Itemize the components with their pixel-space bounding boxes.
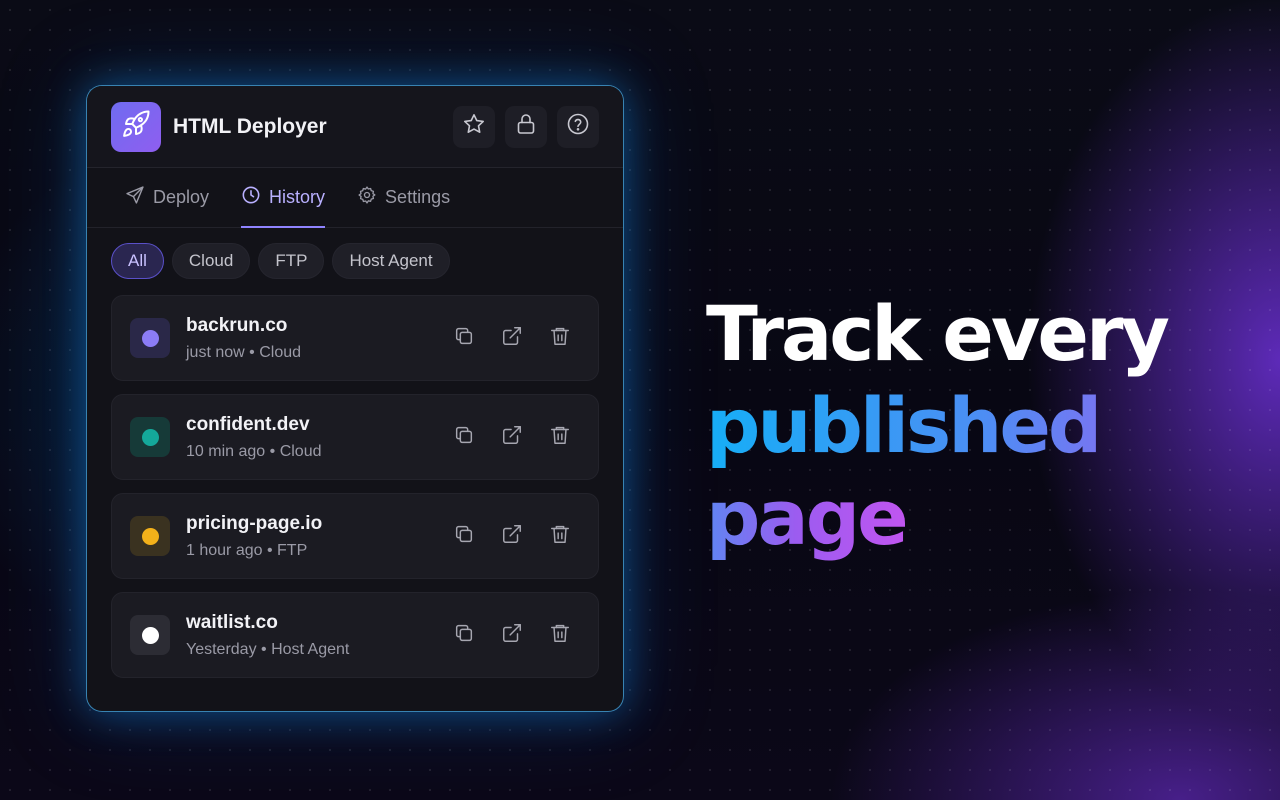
delete-button[interactable] bbox=[546, 423, 574, 451]
status-dot bbox=[141, 329, 159, 347]
trash-icon bbox=[549, 424, 571, 451]
list-item[interactable]: backrun.co just now • Cloud bbox=[111, 295, 599, 381]
row-actions bbox=[450, 621, 580, 649]
item-domain: pricing-page.io bbox=[186, 512, 323, 534]
open-button[interactable] bbox=[498, 522, 526, 550]
status-dot bbox=[141, 527, 159, 545]
tab-bar: Deploy History Settings bbox=[87, 168, 623, 228]
headline-line-2: published page bbox=[706, 380, 1280, 564]
meta-separator: • bbox=[269, 442, 276, 460]
list-item[interactable]: pricing-page.io 1 hour ago • FTP bbox=[111, 493, 599, 579]
item-target: Cloud bbox=[259, 343, 302, 361]
item-meta: 1 hour ago • FTP bbox=[186, 542, 450, 560]
list-item[interactable]: waitlist.co Yesterday • Host Agent bbox=[111, 592, 599, 678]
copy-icon bbox=[453, 523, 475, 550]
row-actions bbox=[450, 522, 580, 550]
copy-button[interactable] bbox=[450, 621, 478, 649]
status-tile bbox=[130, 318, 170, 358]
headline-line-1: Track every bbox=[706, 289, 1170, 378]
status-tile bbox=[130, 615, 170, 655]
tab-history[interactable]: History bbox=[241, 168, 326, 228]
help-icon bbox=[566, 112, 590, 141]
list-item[interactable]: confident.dev 10 min ago • Cloud bbox=[111, 394, 599, 480]
tab-settings[interactable]: Settings bbox=[357, 168, 450, 228]
item-domain: confident.dev bbox=[186, 413, 310, 435]
tab-history-label: History bbox=[269, 187, 326, 207]
gear-icon bbox=[357, 185, 377, 210]
delete-button[interactable] bbox=[546, 522, 574, 550]
external-link-icon bbox=[501, 622, 523, 649]
filter-chips: All Cloud FTP Host Agent bbox=[87, 228, 623, 279]
status-dot bbox=[141, 428, 159, 446]
row-actions bbox=[450, 423, 580, 451]
item-domain: waitlist.co bbox=[186, 611, 278, 633]
history-list: backrun.co just now • Cloud confident.de… bbox=[87, 279, 623, 678]
meta-separator: • bbox=[266, 541, 273, 559]
item-meta: Yesterday • Host Agent bbox=[186, 641, 450, 659]
external-link-icon bbox=[501, 424, 523, 451]
send-icon bbox=[125, 185, 145, 210]
item-target: FTP bbox=[277, 541, 308, 559]
lock-icon bbox=[514, 112, 538, 141]
copy-button[interactable] bbox=[450, 324, 478, 352]
tab-deploy[interactable]: Deploy bbox=[125, 168, 209, 228]
headline-word-page: page bbox=[706, 473, 909, 562]
item-info: pricing-page.io 1 hour ago • FTP bbox=[186, 513, 450, 560]
row-actions bbox=[450, 324, 580, 352]
item-time: 1 hour ago bbox=[186, 541, 263, 559]
tab-settings-label: Settings bbox=[385, 187, 451, 207]
item-meta: just now • Cloud bbox=[186, 344, 450, 362]
open-button[interactable] bbox=[498, 621, 526, 649]
panel-header: HTML Deployer bbox=[87, 86, 623, 168]
item-time: just now bbox=[186, 343, 245, 361]
status-tile bbox=[130, 516, 170, 556]
app-logo bbox=[111, 101, 161, 152]
copy-icon bbox=[453, 424, 475, 451]
delete-button[interactable] bbox=[546, 621, 574, 649]
item-info: backrun.co just now • Cloud bbox=[186, 315, 450, 362]
status-dot bbox=[141, 626, 159, 644]
filter-cloud[interactable]: Cloud bbox=[171, 243, 251, 279]
help-button[interactable] bbox=[557, 105, 599, 148]
meta-separator: • bbox=[249, 343, 255, 361]
delete-button[interactable] bbox=[546, 324, 574, 352]
item-target: Cloud bbox=[279, 442, 322, 460]
rocket-icon bbox=[121, 109, 151, 144]
clock-icon bbox=[241, 185, 261, 210]
star-icon bbox=[462, 112, 486, 141]
item-time: 10 min ago bbox=[186, 442, 266, 460]
filter-ftp[interactable]: FTP bbox=[258, 243, 325, 279]
lock-button[interactable] bbox=[505, 105, 547, 148]
meta-separator: • bbox=[261, 640, 267, 658]
trash-icon bbox=[549, 523, 571, 550]
copy-icon bbox=[453, 325, 475, 352]
item-meta: 10 min ago • Cloud bbox=[186, 443, 450, 461]
item-domain: backrun.co bbox=[186, 314, 288, 336]
trash-icon bbox=[549, 325, 571, 352]
item-target: Host Agent bbox=[271, 640, 350, 658]
status-tile bbox=[130, 417, 170, 457]
copy-button[interactable] bbox=[450, 423, 478, 451]
item-info: confident.dev 10 min ago • Cloud bbox=[186, 414, 450, 461]
favorite-button[interactable] bbox=[453, 105, 495, 148]
item-info: waitlist.co Yesterday • Host Agent bbox=[186, 612, 450, 659]
open-button[interactable] bbox=[498, 324, 526, 352]
external-link-icon bbox=[501, 523, 523, 550]
copy-icon bbox=[453, 622, 475, 649]
copy-button[interactable] bbox=[450, 522, 478, 550]
filter-all[interactable]: All bbox=[111, 243, 164, 279]
headline-word-published: published bbox=[706, 381, 1102, 470]
tab-deploy-label: Deploy bbox=[153, 187, 210, 207]
item-time: Yesterday bbox=[186, 640, 257, 658]
trash-icon bbox=[549, 622, 571, 649]
extension-panel: HTML Deployer Deploy History Settings Al… bbox=[86, 85, 624, 712]
app-title: HTML Deployer bbox=[173, 114, 327, 138]
open-button[interactable] bbox=[498, 423, 526, 451]
marketing-headline: Track every published page bbox=[706, 288, 1280, 564]
external-link-icon bbox=[501, 325, 523, 352]
filter-host-agent[interactable]: Host Agent bbox=[332, 243, 450, 279]
